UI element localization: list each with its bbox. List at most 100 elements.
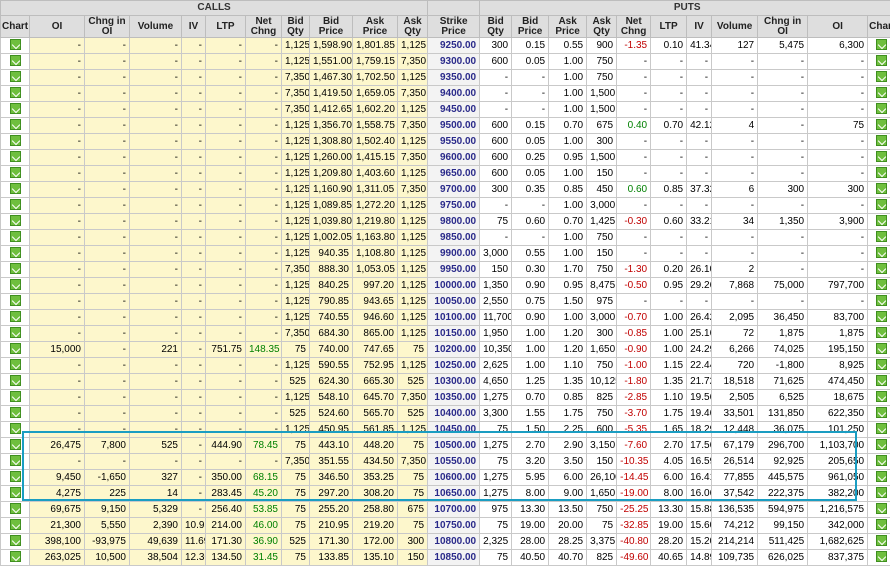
chart-cell[interactable]	[1, 134, 30, 150]
col-header-put-oi[interactable]: OI	[808, 16, 868, 38]
col-header-call-oi[interactable]: OI	[30, 16, 85, 38]
chart-icon[interactable]	[876, 455, 887, 466]
chart-icon[interactable]	[10, 407, 21, 418]
strike-price-cell[interactable]: 9900.00	[428, 246, 480, 262]
strike-price-cell[interactable]: 10850.00	[428, 550, 480, 566]
chart-cell[interactable]	[1, 486, 30, 502]
strike-price-cell[interactable]: 9800.00	[428, 214, 480, 230]
chart-cell[interactable]	[868, 470, 890, 486]
chart-cell[interactable]	[1, 438, 30, 454]
chart-cell[interactable]	[868, 134, 890, 150]
col-header-call-ask-price[interactable]: Ask Price	[353, 16, 398, 38]
chart-icon[interactable]	[10, 183, 21, 194]
strike-price-cell[interactable]: 9250.00	[428, 38, 480, 54]
strike-price-cell[interactable]: 10250.00	[428, 358, 480, 374]
strike-price-cell[interactable]: 10100.00	[428, 310, 480, 326]
chart-cell[interactable]	[868, 150, 890, 166]
chart-icon[interactable]	[10, 503, 21, 514]
chart-cell[interactable]	[1, 214, 30, 230]
chart-cell[interactable]	[1, 390, 30, 406]
chart-cell[interactable]	[868, 118, 890, 134]
col-header-chart[interactable]: Chart	[1, 16, 30, 38]
strike-price-cell[interactable]: 10400.00	[428, 406, 480, 422]
chart-icon[interactable]	[876, 263, 887, 274]
chart-cell[interactable]	[1, 310, 30, 326]
chart-cell[interactable]	[868, 422, 890, 438]
chart-cell[interactable]	[1, 406, 30, 422]
chart-icon[interactable]	[10, 327, 21, 338]
chart-cell[interactable]	[868, 390, 890, 406]
strike-price-cell[interactable]: 9850.00	[428, 230, 480, 246]
chart-icon[interactable]	[876, 103, 887, 114]
chart-icon[interactable]	[876, 135, 887, 146]
strike-price-cell[interactable]: 10750.00	[428, 518, 480, 534]
chart-cell[interactable]	[1, 342, 30, 358]
chart-cell[interactable]	[868, 438, 890, 454]
chart-cell[interactable]	[1, 502, 30, 518]
chart-icon[interactable]	[10, 535, 21, 546]
chart-cell[interactable]	[868, 358, 890, 374]
chart-cell[interactable]	[1, 422, 30, 438]
chart-icon[interactable]	[10, 247, 21, 258]
chart-icon[interactable]	[876, 279, 887, 290]
chart-cell[interactable]	[868, 310, 890, 326]
chart-cell[interactable]	[868, 326, 890, 342]
chart-cell[interactable]	[1, 550, 30, 566]
chart-cell[interactable]	[1, 454, 30, 470]
col-header-put-ask-qty[interactable]: Ask Qty	[587, 16, 617, 38]
chart-icon[interactable]	[876, 503, 887, 514]
strike-price-cell[interactable]: 10200.00	[428, 342, 480, 358]
chart-icon[interactable]	[876, 183, 887, 194]
col-header-put-bid-price[interactable]: Bid Price	[512, 16, 549, 38]
strike-price-cell[interactable]: 9500.00	[428, 118, 480, 134]
chart-cell[interactable]	[1, 518, 30, 534]
chart-cell[interactable]	[1, 38, 30, 54]
chart-icon[interactable]	[10, 375, 21, 386]
strike-price-cell[interactable]: 10450.00	[428, 422, 480, 438]
chart-cell[interactable]	[1, 150, 30, 166]
chart-icon[interactable]	[10, 311, 21, 322]
chart-cell[interactable]	[1, 182, 30, 198]
chart-icon[interactable]	[10, 279, 21, 290]
chart-icon[interactable]	[10, 263, 21, 274]
chart-icon[interactable]	[10, 295, 21, 306]
col-header-call-ltp[interactable]: LTP	[206, 16, 246, 38]
chart-icon[interactable]	[10, 519, 21, 530]
strike-price-cell[interactable]: 9550.00	[428, 134, 480, 150]
chart-icon[interactable]	[876, 471, 887, 482]
chart-icon[interactable]	[10, 423, 21, 434]
chart-icon[interactable]	[876, 519, 887, 530]
chart-icon[interactable]	[876, 199, 887, 210]
strike-price-cell[interactable]: 9300.00	[428, 54, 480, 70]
chart-cell[interactable]	[868, 70, 890, 86]
chart-cell[interactable]	[1, 294, 30, 310]
chart-cell[interactable]	[1, 86, 30, 102]
strike-price-cell[interactable]: 9950.00	[428, 262, 480, 278]
chart-icon[interactable]	[10, 167, 21, 178]
col-header-call-bid-price[interactable]: Bid Price	[310, 16, 353, 38]
chart-icon[interactable]	[876, 375, 887, 386]
chart-icon[interactable]	[10, 343, 21, 354]
col-header-call-chng-oi[interactable]: Chng in OI	[85, 16, 130, 38]
chart-icon[interactable]	[10, 439, 21, 450]
chart-cell[interactable]	[868, 230, 890, 246]
col-header-put-volume[interactable]: Volume	[712, 16, 758, 38]
chart-cell[interactable]	[868, 294, 890, 310]
chart-cell[interactable]	[1, 230, 30, 246]
chart-cell[interactable]	[868, 54, 890, 70]
strike-price-cell[interactable]: 9600.00	[428, 150, 480, 166]
chart-icon[interactable]	[876, 407, 887, 418]
chart-cell[interactable]	[1, 278, 30, 294]
strike-price-cell[interactable]: 10150.00	[428, 326, 480, 342]
col-header-call-net-chng[interactable]: Net Chng	[246, 16, 282, 38]
chart-icon[interactable]	[876, 359, 887, 370]
chart-cell[interactable]	[868, 214, 890, 230]
chart-icon[interactable]	[10, 231, 21, 242]
strike-price-cell[interactable]: 10700.00	[428, 502, 480, 518]
chart-icon[interactable]	[876, 391, 887, 402]
col-header-put-iv[interactable]: IV	[687, 16, 712, 38]
chart-icon[interactable]	[876, 119, 887, 130]
chart-icon[interactable]	[10, 471, 21, 482]
chart-icon[interactable]	[876, 551, 887, 562]
strike-price-cell[interactable]: 10300.00	[428, 374, 480, 390]
